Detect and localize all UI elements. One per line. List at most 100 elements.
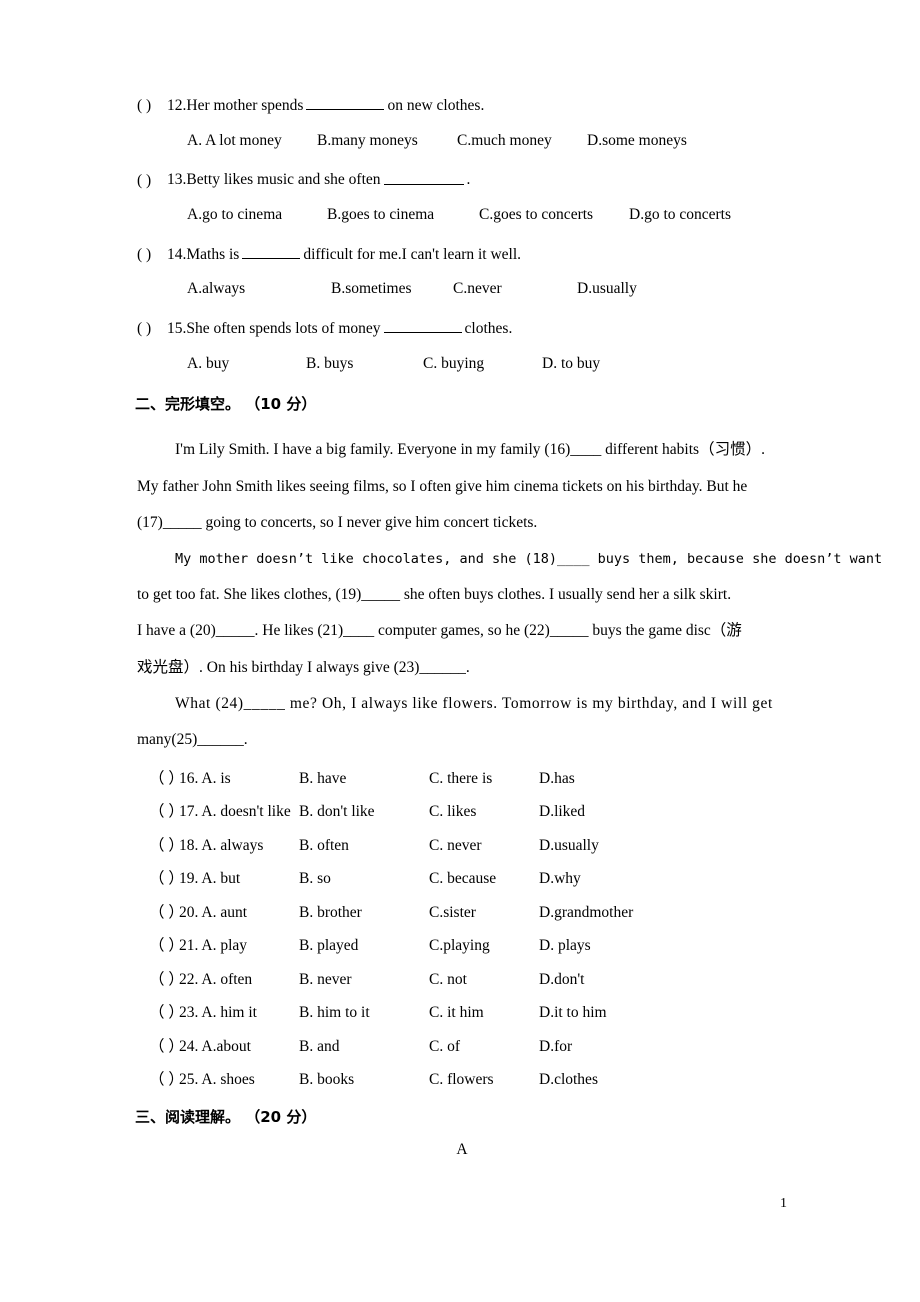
question-15-stem-tail: clothes. [464, 320, 513, 338]
answer-bracket[interactable]: （ ） [149, 838, 184, 854]
cloze-passage-line-6: I have a (20)_____. He likes (21)____ co… [137, 622, 742, 640]
answer-bracket[interactable]: （ ） [149, 1072, 184, 1088]
option-d[interactable]: D.usually [539, 838, 599, 854]
option-b[interactable]: B. buys [306, 355, 423, 374]
answer-bracket[interactable]: （ ） [149, 1005, 184, 1021]
option-a[interactable]: 19. A. but [179, 871, 299, 887]
option-a[interactable]: A.go to cinema [187, 206, 327, 225]
option-d[interactable]: D.some moneys [587, 132, 687, 149]
option-a[interactable]: 17. A. doesn't like [179, 804, 299, 820]
question-12-options: A. A lot money B.many moneys C.much money D… [187, 132, 787, 151]
question-15-stem-text: 15.She often spends lots of money [167, 320, 381, 338]
answer-bracket[interactable]: （ ） [149, 771, 184, 787]
option-d[interactable]: D. to buy [542, 355, 600, 372]
option-a[interactable]: 23. A. him it [179, 1005, 299, 1021]
option-a[interactable]: 22. A. often [179, 972, 299, 988]
option-b[interactable]: B. him to it [299, 1005, 429, 1021]
cloze-row-18: （ ） 18. A. always B. often C. never D.us… [149, 838, 787, 854]
option-b[interactable]: B. don't like [299, 804, 429, 820]
document-page: ( ) 12.Her mother spends on new clothes. A… [0, 0, 920, 1302]
cloze-row-17: （ ） 17. A. doesn't like B. don't like C.… [149, 804, 787, 820]
option-c[interactable]: C. never [429, 838, 539, 854]
question-15: ( ) 15.She often spends lots of money clot… [137, 319, 787, 373]
option-c[interactable]: C.playing [429, 938, 539, 954]
answer-bracket[interactable]: （ ） [149, 871, 184, 887]
option-a[interactable]: 21. A. play [179, 938, 299, 954]
answer-bracket[interactable]: ( ) [137, 97, 167, 116]
option-c[interactable]: C.much money [457, 132, 587, 151]
option-d[interactable]: D.usually [577, 280, 637, 297]
section-three-heading: 三、阅读理解。 （20 分） [135, 1107, 317, 1126]
cloze-passage-line-8: What (24)_____ me? Oh, I always like flo… [175, 695, 773, 713]
question-14-stem-tail: difficult for me.I can't learn it well. [303, 245, 522, 263]
question-12-stem-tail: on new clothes. [387, 97, 485, 115]
answer-bracket[interactable]: ( ) [137, 172, 167, 191]
option-b[interactable]: B. brother [299, 905, 429, 921]
option-c[interactable]: C.goes to concerts [479, 206, 629, 225]
option-b[interactable]: B.sometimes [331, 280, 453, 299]
option-c[interactable]: C.never [453, 280, 577, 299]
option-a[interactable]: 16. A. is [179, 771, 299, 787]
option-d[interactable]: D.why [539, 871, 581, 887]
answer-bracket[interactable]: （ ） [149, 938, 184, 954]
option-d[interactable]: D.has [539, 771, 575, 787]
option-d[interactable]: D.don't [539, 972, 584, 988]
option-d[interactable]: D.it to him [539, 1005, 607, 1021]
answer-bracket[interactable]: （ ） [149, 804, 184, 820]
option-b[interactable]: B. and [299, 1039, 429, 1055]
option-b[interactable]: B. books [299, 1072, 429, 1088]
option-c[interactable]: C. because [429, 871, 539, 887]
option-c[interactable]: C. likes [429, 804, 539, 820]
option-c[interactable]: C. it him [429, 1005, 539, 1021]
option-d[interactable]: D.for [539, 1039, 572, 1055]
cloze-row-16: （ ） 16. A. is B. have C. there is D.has [149, 771, 787, 787]
option-c[interactable]: C. not [429, 972, 539, 988]
question-13-options: A.go to cinema B.goes to cinema C.goes to … [187, 206, 787, 225]
answer-bracket[interactable]: ( ) [137, 320, 167, 339]
option-d[interactable]: D. plays [539, 938, 591, 954]
option-c[interactable]: C. of [429, 1039, 539, 1055]
page-content: ( ) 12.Her mother spends on new clothes. A… [135, 96, 882, 1159]
page-number: 1 [780, 1196, 787, 1211]
cloze-row-23: （ ） 23. A. him it B. him to it C. it him… [149, 1005, 787, 1021]
option-b[interactable]: B. have [299, 771, 429, 787]
option-c[interactable]: C.sister [429, 905, 539, 921]
cloze-row-21: （ ） 21. A. play B. played C.playing D. p… [149, 938, 787, 954]
option-b[interactable]: B. never [299, 972, 429, 988]
option-a[interactable]: 24. A.about [179, 1039, 299, 1055]
reading-passage-label: A [456, 1140, 468, 1158]
option-c[interactable]: C. there is [429, 771, 539, 787]
question-14-stem: ( ) 14.Maths is difficult for me.I can't l… [137, 245, 787, 265]
option-b[interactable]: B. played [299, 938, 429, 954]
answer-bracket[interactable]: ( ) [137, 246, 167, 265]
answer-bracket[interactable]: （ ） [149, 972, 184, 988]
question-12-stem: ( ) 12.Her mother spends on new clothes. [137, 96, 787, 116]
fill-blank [383, 319, 462, 334]
option-c[interactable]: C. buying [423, 355, 542, 374]
cloze-row-20: （ ） 20. A. aunt B. brother C.sister D.gr… [149, 905, 787, 921]
cloze-passage-line-1: I'm Lily Smith. I have a big family. Eve… [175, 441, 765, 459]
option-a[interactable]: A.always [187, 280, 331, 299]
option-a[interactable]: 18. A. always [179, 838, 299, 854]
option-a[interactable]: A. A lot money [187, 132, 317, 151]
option-a[interactable]: 25. A. shoes [179, 1072, 299, 1088]
section-two-heading: 二、完形填空。 （10 分） [135, 395, 317, 414]
answer-bracket[interactable]: （ ） [149, 905, 184, 921]
cloze-passage-line-5: to get too fat. She likes clothes, (19)_… [137, 585, 732, 603]
option-b[interactable]: B. often [299, 838, 429, 854]
option-b[interactable]: B. so [299, 871, 429, 887]
option-a[interactable]: A. buy [187, 355, 306, 374]
option-c[interactable]: C. flowers [429, 1072, 539, 1088]
option-b[interactable]: B.many moneys [317, 132, 457, 151]
option-d[interactable]: D.go to concerts [629, 206, 731, 223]
option-d[interactable]: D.liked [539, 804, 585, 820]
option-d[interactable]: D.grandmother [539, 905, 633, 921]
option-a[interactable]: 20. A. aunt [179, 905, 299, 921]
question-13-stem: ( ) 13.Betty likes music and she often. [137, 170, 787, 190]
cloze-passage-line-2: My father John Smith likes seeing films,… [137, 477, 748, 495]
answer-bracket[interactable]: （ ） [149, 1039, 184, 1055]
option-b[interactable]: B.goes to cinema [327, 206, 479, 225]
option-d[interactable]: D.clothes [539, 1072, 598, 1088]
cloze-row-24: （ ） 24. A.about B. and C. of D.for [149, 1039, 787, 1055]
question-12: ( ) 12.Her mother spends on new clothes. A… [137, 96, 787, 150]
